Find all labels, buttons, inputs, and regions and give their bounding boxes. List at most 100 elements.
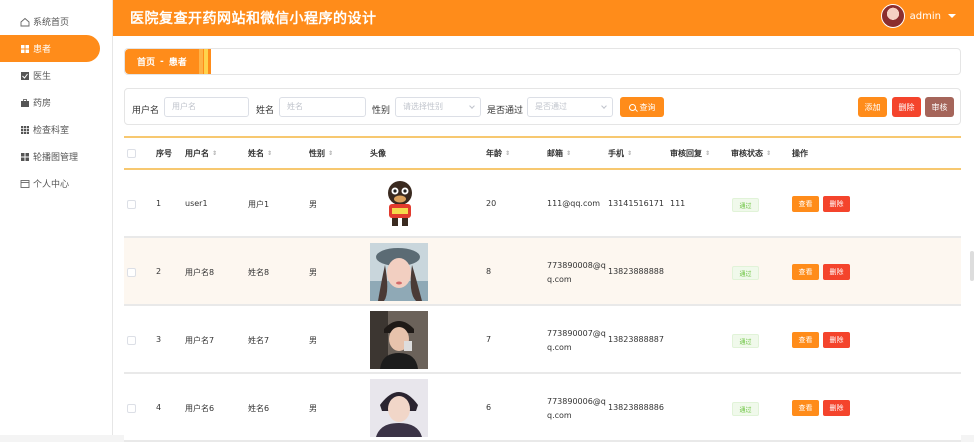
breadcrumb-separator: -: [160, 56, 164, 67]
cell-index: 1: [156, 199, 162, 208]
sidebar-item-label: 患者: [33, 45, 52, 55]
cell-email: 773890006@q: [547, 397, 606, 406]
sort-icon: ⇕: [627, 149, 633, 157]
cell-email-continued: q.com: [547, 411, 572, 420]
grid-icon: [21, 44, 29, 53]
column-header-email-text: 邮箱: [547, 149, 563, 158]
cell-email: 111@qq.com: [547, 199, 601, 208]
cell-name: 姓名6: [248, 404, 270, 413]
scrollbar[interactable]: [970, 251, 974, 281]
add-button[interactable]: 添加: [858, 97, 887, 117]
breadcrumb-current: 患者: [168, 58, 187, 68]
approved-label: 是否通过: [487, 106, 524, 116]
cell-name: 姓名7: [248, 336, 270, 345]
column-header-phone-text: 手机: [608, 149, 624, 158]
column-header-phone[interactable]: 手机 ⇕: [608, 148, 632, 159]
cell-gender: 男: [309, 404, 317, 413]
search-icon: [628, 103, 636, 111]
avatar-image: [388, 181, 412, 226]
view-button[interactable]: 查看: [792, 264, 819, 280]
cell-gender: 男: [309, 268, 317, 277]
window-icon: [20, 179, 30, 188]
column-header-status[interactable]: 审核状态 ⇕: [731, 148, 771, 159]
caret-down-icon: [948, 14, 956, 18]
chevron-down-icon: [601, 103, 607, 109]
breadcrumb-home[interactable]: 首页: [137, 55, 155, 68]
home-icon: [20, 17, 30, 26]
name-label: 姓名: [256, 106, 275, 116]
breadcrumb-stripe: [199, 49, 203, 74]
checkbox-icon: [21, 71, 29, 80]
table-row: 4 用户名6 姓名6 男 6 773890006@q q.com 1382388…: [124, 374, 961, 442]
select-all-checkbox[interactable]: [127, 149, 136, 158]
row-checkbox[interactable]: [127, 404, 136, 413]
sidebar-item-label: 轮播图管理: [33, 153, 79, 163]
sidebar-item-carousel[interactable]: 轮播图管理: [0, 143, 112, 170]
username-input[interactable]: 用户名: [164, 97, 249, 117]
cell-age: 8: [486, 267, 492, 276]
row-checkbox[interactable]: [127, 268, 136, 277]
column-header-name[interactable]: 姓名 ⇕: [248, 148, 272, 159]
app-title: 医院复查开药网站和微信小程序的设计: [130, 11, 377, 27]
sidebar-item-departments[interactable]: 检查科室: [0, 116, 112, 143]
main-content: 首页 - 患者 用户名 用户名 姓名 姓名 性别 请选择性别 是否通过 是否通过…: [113, 36, 974, 442]
column-header-gender[interactable]: 性别 ⇕: [309, 148, 333, 159]
status-badge: 通过: [732, 198, 759, 212]
name-input[interactable]: 姓名: [279, 97, 366, 117]
column-header-email[interactable]: 邮箱 ⇕: [547, 148, 571, 159]
sidebar-item-doctors[interactable]: 医生: [0, 62, 112, 89]
review-button[interactable]: 审核: [925, 97, 954, 117]
view-button[interactable]: 查看: [792, 332, 819, 348]
sort-icon: ⇕: [212, 149, 218, 157]
user-menu[interactable]: admin: [880, 4, 956, 28]
cell-name: 用户1: [248, 200, 270, 209]
column-header-age[interactable]: 年龄 ⇕: [486, 148, 510, 159]
cell-gender: 男: [309, 336, 317, 345]
apps-icon: [21, 125, 29, 134]
sidebar-item-patients[interactable]: 患者: [0, 35, 100, 62]
cell-phone: 13823888888: [608, 267, 664, 276]
column-header-status-text: 审核状态: [731, 149, 763, 158]
batch-delete-button[interactable]: 删除: [892, 97, 921, 117]
cell-index: 2: [156, 267, 162, 276]
view-button[interactable]: 查看: [792, 196, 819, 212]
cell-email-continued: q.com: [547, 343, 572, 352]
sidebar-item-home[interactable]: 系统首页: [0, 8, 112, 35]
approved-select[interactable]: 是否通过: [527, 97, 613, 117]
user-name: admin: [909, 10, 941, 22]
sort-icon: ⇕: [505, 149, 511, 157]
gender-select[interactable]: 请选择性别: [395, 97, 481, 117]
chevron-down-icon: [469, 103, 475, 109]
cell-email: 773890007@q: [547, 329, 606, 338]
table-header: 序号 用户名 ⇕ 姓名 ⇕ 性别 ⇕ 头像 年龄 ⇕ 邮箱 ⇕ 手机 ⇕ 审核回复 ⇕ 审核状…: [124, 136, 961, 170]
view-button[interactable]: 查看: [792, 400, 819, 416]
sidebar-item-profile[interactable]: 个人中心: [0, 170, 112, 197]
cell-index: 3: [156, 335, 162, 344]
row-checkbox[interactable]: [127, 336, 136, 345]
search-button[interactable]: 查询: [620, 97, 664, 117]
sidebar-item-pharmacy[interactable]: 药房: [0, 89, 112, 116]
delete-button[interactable]: 删除: [823, 400, 850, 416]
breadcrumb-stripe: [204, 49, 208, 74]
delete-button[interactable]: 删除: [823, 332, 850, 348]
cell-reply: 111: [670, 199, 686, 208]
search-button-label: 查询: [639, 102, 656, 112]
sidebar: 系统首页 患者 医生 药房 检查科室 轮播图管理 个人中心: [0, 0, 113, 435]
sidebar-item-label: 个人中心: [33, 180, 70, 190]
column-header-reply-text: 审核回复: [670, 149, 702, 158]
status-badge: 通过: [732, 266, 759, 280]
column-header-index: 序号: [156, 149, 172, 158]
delete-button[interactable]: 删除: [823, 264, 850, 280]
column-header-reply[interactable]: 审核回复 ⇕: [670, 148, 710, 159]
cell-age: 6: [486, 403, 492, 412]
avatar: [880, 4, 905, 28]
column-header-username-text: 用户名: [185, 149, 209, 158]
row-checkbox[interactable]: [127, 200, 136, 209]
cell-email: 773890008@q: [547, 261, 606, 270]
cell-username: 用户名8: [185, 268, 215, 277]
column-header-username[interactable]: 用户名 ⇕: [185, 148, 217, 159]
cell-username: 用户名6: [185, 404, 215, 413]
delete-button[interactable]: 删除: [823, 196, 850, 212]
grid-icon: [21, 152, 29, 161]
sort-icon: ⇕: [267, 149, 273, 157]
